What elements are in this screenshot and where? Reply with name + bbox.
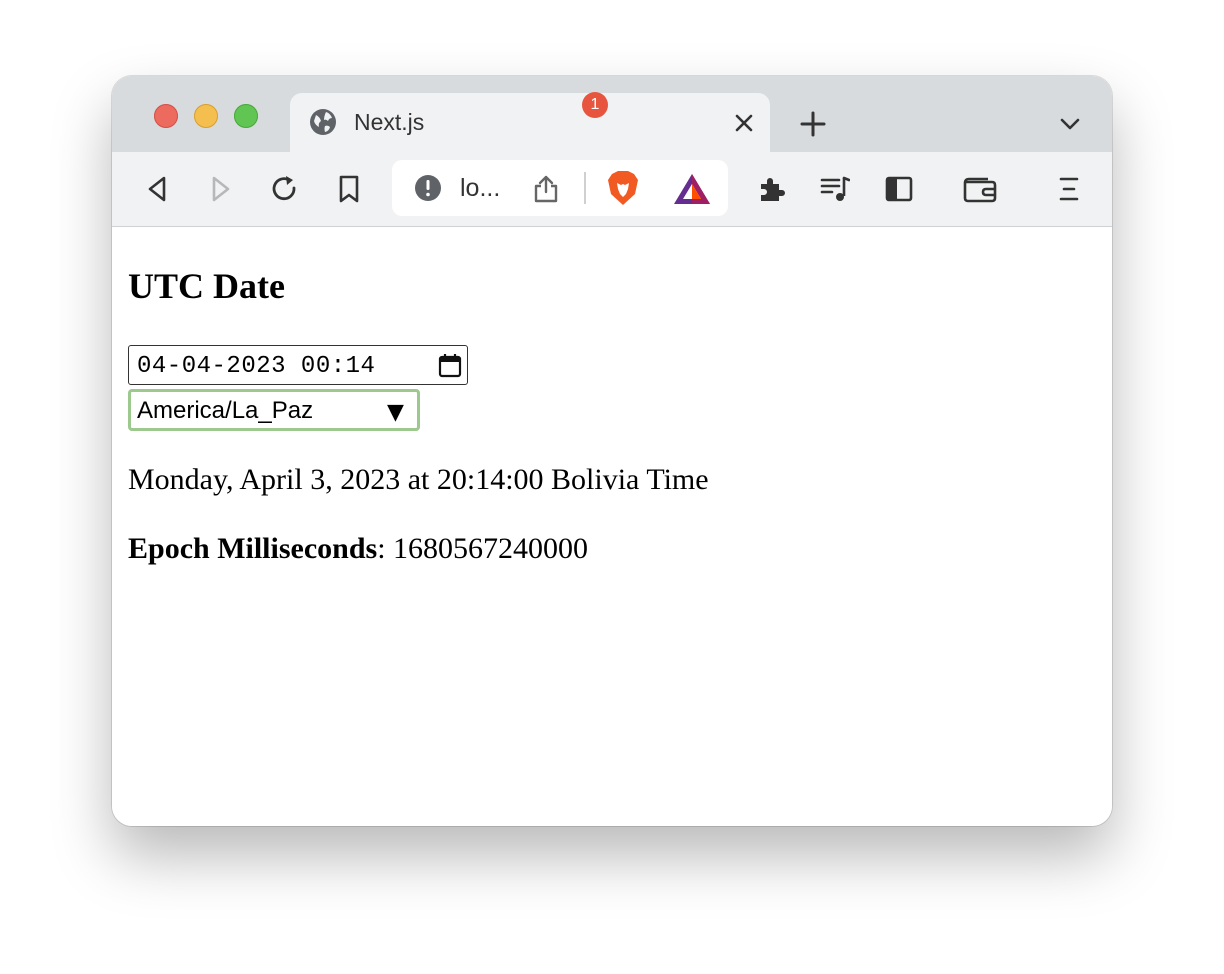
globe-icon (310, 109, 336, 135)
playlist-icon[interactable] (820, 174, 850, 204)
browser-window: Next.js lo... UTC Date 04-04-2023 00:14 … (112, 76, 1112, 826)
timezone-select[interactable]: America/La_Paz ▼ (128, 389, 420, 431)
browser-toolbar: lo... (112, 152, 1112, 227)
window-maximize-button[interactable] (234, 104, 258, 128)
epoch-label: Epoch Milliseconds (128, 532, 378, 565)
notification-badge: 1 (582, 92, 608, 118)
wallet-icon[interactable] (962, 174, 998, 204)
formatted-date: Monday, April 3, 2023 at 20:14:00 Bolivi… (128, 463, 709, 496)
tab-active[interactable]: Next.js (290, 93, 770, 152)
bookmark-icon[interactable] (334, 174, 364, 204)
chevron-down-icon[interactable] (1058, 112, 1082, 136)
dropdown-arrow-icon[interactable]: ▼ (387, 400, 404, 425)
epoch-separator: : (377, 532, 394, 565)
epoch-line: Epoch Milliseconds: 1680567240000 (128, 532, 588, 566)
info-icon[interactable] (414, 174, 442, 202)
calendar-icon[interactable] (437, 353, 463, 379)
extensions-icon[interactable] (756, 174, 786, 204)
timezone-selected-value[interactable]: America/La_Paz (137, 397, 313, 425)
page-content: UTC Date 04-04-2023 00:14 America/La_Paz… (112, 227, 1112, 826)
reload-icon[interactable] (270, 174, 300, 204)
back-icon[interactable] (142, 174, 172, 204)
window-minimize-button[interactable] (194, 104, 218, 128)
forward-icon[interactable] (206, 174, 236, 204)
brave-rewards-icon[interactable] (672, 172, 712, 206)
brave-shields-icon[interactable] (606, 170, 640, 206)
tab-strip: Next.js (112, 76, 1112, 152)
page-title: UTC Date (128, 266, 285, 306)
close-icon[interactable] (732, 111, 756, 135)
new-tab-icon[interactable] (798, 109, 828, 139)
datetime-input[interactable]: 04-04-2023 00:14 (128, 345, 468, 385)
share-icon[interactable] (532, 174, 560, 204)
omnibox-divider (584, 172, 586, 204)
window-close-button[interactable] (154, 104, 178, 128)
menu-icon[interactable] (1054, 174, 1084, 204)
tab-title: Next.js (354, 109, 425, 135)
datetime-value[interactable]: 04-04-2023 00:14 (137, 353, 375, 380)
address-bar[interactable]: lo... (392, 160, 728, 216)
url-text[interactable]: lo... (460, 174, 500, 203)
sidebar-icon[interactable] (884, 174, 914, 204)
epoch-value: 1680567240000 (393, 532, 589, 565)
